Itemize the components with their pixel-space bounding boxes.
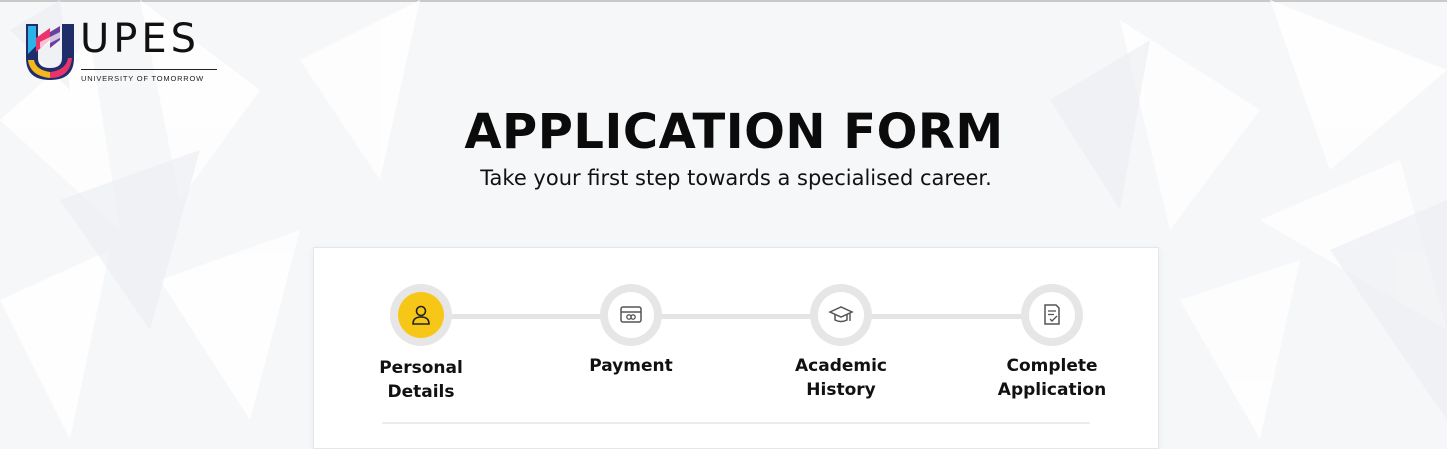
stepper-track	[424, 314, 1064, 319]
logo-divider	[81, 69, 217, 70]
step-indicator	[1021, 284, 1083, 346]
step-indicator	[600, 284, 662, 346]
step-indicator	[390, 284, 452, 346]
step-label: Academic History	[794, 356, 888, 400]
graduation-cap-icon	[828, 306, 854, 323]
step-complete-application[interactable]: Complete Application	[972, 284, 1132, 402]
upes-logo[interactable]: UPES UNIVERSITY OF TOMORROW	[24, 16, 224, 86]
page-subtitle: Take your first step towards a specialis…	[480, 166, 992, 190]
step-label: Complete Application	[997, 356, 1107, 400]
upes-shield-logo-icon	[26, 24, 74, 80]
document-check-icon	[1044, 304, 1060, 325]
step-payment[interactable]: Payment	[551, 284, 711, 378]
step-personal-details[interactable]: Personal Details	[341, 284, 501, 404]
page-title: APPLICATION FORM	[464, 104, 1004, 160]
step-label: Personal Details	[379, 358, 463, 402]
user-icon	[412, 305, 430, 325]
logo-wordmark: UPES	[80, 16, 201, 62]
step-indicator	[810, 284, 872, 346]
card-divider	[382, 422, 1090, 424]
logo-tagline: UNIVERSITY OF TOMORROW	[81, 74, 205, 83]
application-form-card: Personal Details Payment Academic Histor…	[313, 247, 1159, 449]
step-label: Payment	[589, 356, 673, 376]
payment-card-icon	[620, 306, 642, 323]
step-academic-history[interactable]: Academic History	[761, 284, 921, 402]
